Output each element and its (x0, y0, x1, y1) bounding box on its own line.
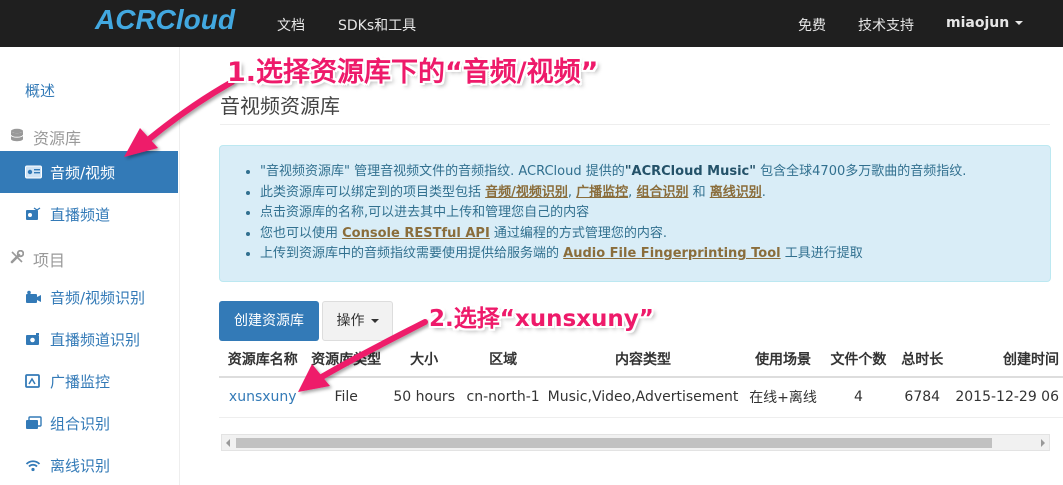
live-channel-icon (26, 207, 41, 220)
scroll-left-icon[interactable] (226, 439, 230, 447)
table-cell: cn-north-1 (462, 377, 544, 418)
info-line-4: 您也可以使用 Console RESTful API 通过编程的方式管理您的内容… (260, 224, 966, 245)
chevron-down-icon (1015, 21, 1024, 25)
title-divider (220, 124, 1050, 125)
top-navbar: ACRCloud 文档 SDKs和工具 免费 技术支持 miaojun (0, 0, 1063, 47)
table-cell: File (306, 377, 386, 418)
link-av-recognition[interactable]: 音频/视频识别 (485, 185, 568, 200)
combined-icon (26, 416, 42, 429)
link-fingerprint-tool[interactable]: Audio File Fingerprinting Tool (563, 246, 780, 261)
user-name: miaojun (946, 15, 1010, 31)
sidebar-group-library: 资源库 (0, 117, 178, 153)
sidebar-item-live-channel[interactable]: 直播频道 (0, 193, 178, 235)
info-alert: "音视频资源库" 管理音视频文件的音频指纹. ACRCloud 提供的"ACRC… (219, 145, 1051, 282)
page-title: 音视频资源库 (220, 94, 340, 118)
link-broadcast-monitor[interactable]: 广播监控 (576, 185, 628, 200)
sidebar-item-label: 组合识别 (50, 415, 111, 433)
column-header[interactable]: 资源库名称 (219, 342, 307, 378)
nav-sdks-link[interactable]: SDKs和工具 (338, 15, 416, 35)
table-cell: 2015-12-29 06 (951, 377, 1063, 418)
database-icon (10, 128, 24, 142)
table-cell: 在线+离线 (742, 377, 824, 418)
link-restful-api[interactable]: Console RESTful API (342, 226, 490, 241)
info-line-2: 此类资源库可以绑定到的项目类型包括 音频/视频识别, 广播监控, 组合识别 和 … (260, 183, 966, 204)
info-line-5: 上传到资源库中的音频指纹需要使用提供给服务端的 Audio File Finge… (260, 244, 966, 265)
table-row: xunsxuny File 50 hours cn-north-1 Music,… (219, 377, 1063, 418)
info-line-1: "音视频资源库" 管理音视频文件的音频指纹. ACRCloud 提供的"ACRC… (260, 162, 966, 183)
nav-docs-link[interactable]: 文档 (277, 15, 305, 35)
table-cell: Music,Video,Advertisement (543, 377, 743, 418)
wifi-icon (25, 460, 41, 472)
sidebar-item-combined-recognition[interactable]: 组合识别 (0, 402, 178, 444)
acrcloud-logo[interactable]: ACRCloud (95, 4, 235, 36)
library-table: 资源库名称 资源库类型 大小 区域 内容类型 使用场景 文件个数 总时长 创建时… (219, 342, 1063, 418)
sidebar-item-overview[interactable]: 概述 (25, 80, 55, 101)
link-offline-recognition[interactable]: 离线识别 (710, 185, 762, 200)
wrench-icon (10, 250, 24, 264)
nav-support-link[interactable]: 技术支持 (858, 15, 914, 35)
sidebar-item-label: 离线识别 (50, 457, 111, 475)
column-header[interactable]: 区域 (462, 342, 544, 378)
chevron-down-icon (370, 319, 379, 323)
sidebar-group-label: 资源库 (33, 129, 82, 148)
annotation-step1: 1.选择资源库下的“音频/视频” (227, 57, 599, 88)
sidebar: 概述 资源库 音频/视频 直播频道 项目 音频/视频识别 直播频道识别 广播监控… (0, 47, 180, 485)
scroll-right-icon[interactable] (1041, 439, 1045, 447)
column-header[interactable]: 文件个数 (823, 342, 894, 378)
annotation-step2: 2.选择“xunsxuny” (429, 306, 654, 332)
media-library-icon (25, 165, 42, 179)
sidebar-item-offline-recognition[interactable]: 离线识别 (0, 444, 178, 485)
column-header[interactable]: 总时长 (893, 342, 952, 378)
sidebar-item-label: 直播频道 (50, 206, 111, 224)
column-header[interactable]: 使用场景 (742, 342, 824, 378)
sidebar-item-live-recognition[interactable]: 直播频道识别 (0, 318, 178, 360)
sidebar-item-label: 音频/视频 (50, 164, 116, 182)
sidebar-item-broadcast-monitor[interactable]: 广播监控 (0, 360, 178, 402)
operations-label: 操作 (336, 313, 365, 329)
column-header[interactable]: 创建时间 (951, 342, 1063, 378)
sidebar-item-audio-video[interactable]: 音频/视频 (0, 151, 178, 193)
nav-free-link[interactable]: 免费 (798, 15, 826, 35)
sidebar-item-label: 广播监控 (50, 373, 111, 391)
info-list: "音视频资源库" 管理音视频文件的音频指纹. ACRCloud 提供的"ACRC… (260, 162, 966, 265)
column-header[interactable]: 大小 (385, 342, 463, 378)
sidebar-item-label: 音频/视频识别 (50, 289, 146, 307)
column-header[interactable]: 内容类型 (543, 342, 743, 378)
sidebar-item-label: 直播频道识别 (50, 331, 141, 349)
column-header[interactable]: 资源库类型 (306, 342, 386, 378)
sidebar-group-project: 项目 (0, 239, 178, 275)
table-cell: 50 hours (385, 377, 463, 418)
horizontal-scrollbar[interactable] (221, 434, 1050, 451)
table-cell: 6784 (893, 377, 952, 418)
sidebar-group-label: 项目 (33, 251, 66, 270)
info-line-3: 点击资源库的名称,可以进去其中上传和管理您自己的内容 (260, 203, 966, 224)
table-cell: 4 (823, 377, 894, 418)
scrollbar-thumb[interactable] (236, 438, 992, 448)
av-recognition-icon (26, 290, 41, 303)
operations-dropdown-button[interactable]: 操作 (322, 301, 393, 341)
sidebar-item-av-recognition[interactable]: 音频/视频识别 (0, 276, 178, 318)
create-library-button[interactable]: 创建资源库 (219, 301, 319, 341)
library-name-link[interactable]: xunsxuny (219, 377, 307, 418)
live-recognition-icon (26, 333, 39, 345)
broadcast-icon (25, 374, 40, 388)
link-combined-recognition[interactable]: 组合识别 (636, 185, 688, 200)
table-header-row: 资源库名称 资源库类型 大小 区域 内容类型 使用场景 文件个数 总时长 创建时… (219, 342, 1063, 378)
user-menu[interactable]: miaojun (946, 15, 1024, 31)
